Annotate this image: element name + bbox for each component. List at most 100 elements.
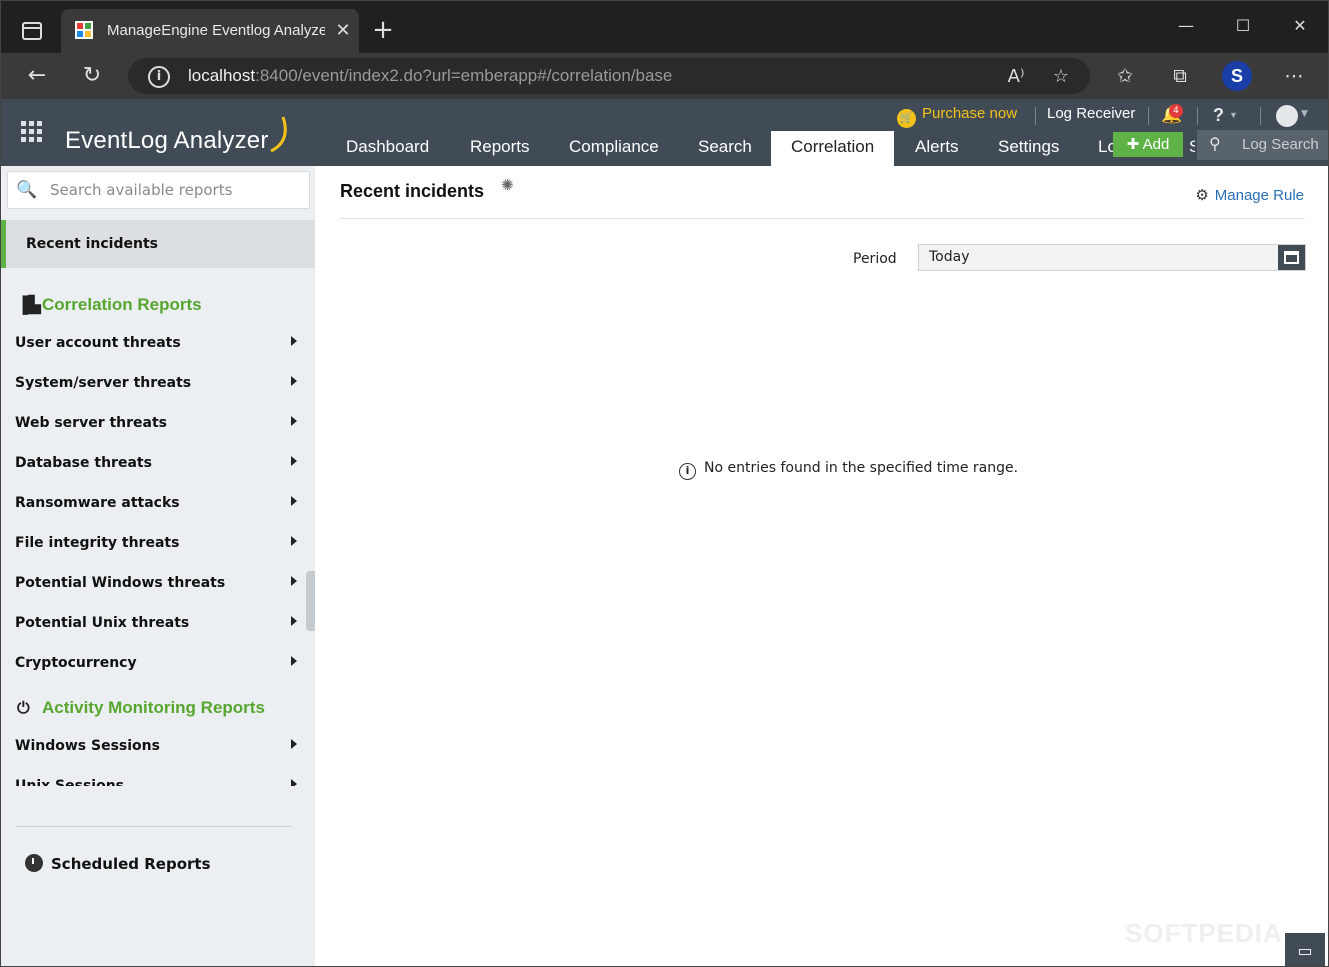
power-icon: ⏻	[17, 700, 30, 717]
brand-logo[interactable]: EventLog Analyzer	[65, 127, 269, 155]
new-tab-icon[interactable]: +	[371, 17, 395, 43]
browser-tab[interactable]: ManageEngine Eventlog Analyzer ✕	[61, 9, 359, 53]
caret-right-icon	[291, 536, 297, 546]
purchase-now-link[interactable]: 🛒 Purchase now	[897, 105, 1017, 128]
sidebar-item-potential-unix-threats[interactable]: Potential Unix threats	[15, 615, 301, 637]
info-icon: i	[679, 463, 696, 480]
calendar-icon[interactable]	[1278, 245, 1305, 270]
search-icon: 🔍	[16, 180, 38, 200]
sidebar: 🔍 Recent incidents ▐▙Correlation Reports…	[1, 166, 315, 966]
tab-correlation[interactable]: Correlation	[771, 131, 895, 166]
sidebar-item-system-server-threats[interactable]: System/server threats	[15, 375, 301, 397]
watermark: SOFTPEDIA	[1125, 918, 1283, 948]
title-divider	[340, 218, 1305, 219]
caret-right-icon	[291, 779, 297, 786]
caret-right-icon	[291, 739, 297, 749]
empty-state-message: i No entries found in the specified time …	[679, 460, 1018, 480]
browser-window: ManageEngine Eventlog Analyzer ✕ + — ☐ ✕…	[0, 0, 1329, 967]
sidebar-item-recent-incidents[interactable]: Recent incidents	[1, 220, 315, 268]
cart-icon: 🛒	[897, 109, 916, 128]
collections-icon[interactable]: ⧉	[1167, 63, 1193, 89]
sidebar-item-ransomware-attacks[interactable]: Ransomware attacks	[15, 495, 301, 517]
add-button[interactable]: ✚ Add	[1113, 132, 1183, 157]
tab-compliance[interactable]: Compliance	[549, 131, 679, 166]
tab-settings[interactable]: Settings	[978, 131, 1079, 166]
bar-chart-icon: ▐▙	[17, 297, 41, 314]
gear-icon: ⚙	[1195, 187, 1209, 204]
divider	[1260, 107, 1261, 125]
tab-strip: ManageEngine Eventlog Analyzer ✕ + — ☐ ✕	[1, 1, 1328, 53]
brand-swoosh-icon	[270, 116, 287, 153]
sidebar-item-cryptocurrency[interactable]: Cryptocurrency	[15, 655, 301, 677]
chat-icon[interactable]: ▭	[1285, 933, 1325, 966]
activity-monitoring-heading: ⏻ Activity Monitoring Reports	[17, 698, 265, 717]
profile-avatar[interactable]: S	[1222, 61, 1252, 91]
tab-search[interactable]: Search	[678, 131, 772, 166]
divider	[1035, 107, 1036, 125]
app-header: EventLog Analyzer 🛒 Purchase now Log Rece…	[1, 99, 1328, 166]
caret-right-icon	[291, 616, 297, 626]
address-bar[interactable]: i localhost:8400/event/index2.do?url=emb…	[128, 58, 1090, 94]
tab-close-icon[interactable]: ✕	[333, 21, 353, 41]
report-search-box[interactable]: 🔍	[7, 171, 310, 209]
search-icon: ⚲	[1209, 136, 1221, 153]
add-favorite-icon[interactable]: ☆	[1049, 65, 1073, 89]
sidebar-item-user-account-threats[interactable]: User account threats	[15, 335, 301, 357]
chevron-down-icon[interactable]: ▼	[1301, 109, 1308, 119]
lightbulb-icon[interactable]: ✺	[501, 176, 514, 194]
tab-title: ManageEngine Eventlog Analyzer	[107, 22, 325, 39]
log-search-input[interactable]: ⚲ Log Search	[1197, 130, 1328, 160]
main-content: Recent incidents ✺ ⚙ Manage Rule Period T…	[315, 166, 1328, 966]
caret-right-icon	[291, 496, 297, 506]
browser-toolbar: ← ↻ i localhost:8400/event/index2.do?url…	[1, 53, 1328, 99]
notification-badge: 4	[1169, 104, 1183, 118]
caret-right-icon	[291, 656, 297, 666]
log-receiver-link[interactable]: Log Receiver	[1047, 105, 1135, 127]
sidebar-item-scheduled-reports[interactable]: Scheduled Reports	[25, 854, 211, 873]
more-menu-icon[interactable]: ⋯	[1281, 63, 1307, 89]
period-value: Today	[929, 249, 970, 265]
sidebar-item-web-server-threats[interactable]: Web server threats	[15, 415, 301, 437]
period-label: Period	[853, 251, 897, 267]
page-title: Recent incidents	[340, 181, 485, 201]
report-search-input[interactable]	[50, 180, 300, 200]
minimize-icon[interactable]: —	[1164, 11, 1208, 41]
caret-right-icon	[291, 416, 297, 426]
notification-bell-icon[interactable]: 🔔4	[1161, 104, 1183, 127]
caret-right-icon	[291, 376, 297, 386]
sidebar-item-windows-sessions[interactable]: Windows Sessions	[15, 738, 301, 760]
tab-alerts[interactable]: Alerts	[895, 131, 978, 166]
url-text[interactable]: localhost:8400/event/index2.do?url=ember…	[188, 66, 672, 86]
favicon-icon	[75, 21, 93, 39]
sidebar-item-database-threats[interactable]: Database threats	[15, 455, 301, 477]
manage-rule-link[interactable]: ⚙ Manage Rule	[1195, 186, 1304, 204]
correlation-reports-heading: ▐▙Correlation Reports	[17, 295, 202, 314]
sidebar-divider	[15, 826, 292, 827]
read-aloud-icon[interactable]: A⁾	[1004, 65, 1028, 89]
period-date-picker[interactable]: Today	[918, 244, 1306, 271]
maximize-icon[interactable]: ☐	[1221, 11, 1265, 41]
help-menu[interactable]: ? ▼	[1213, 105, 1238, 126]
site-info-icon[interactable]: i	[148, 66, 170, 88]
caret-right-icon	[291, 456, 297, 466]
tab-dashboard[interactable]: Dashboard	[326, 131, 449, 166]
user-avatar-icon[interactable]	[1276, 105, 1298, 127]
plus-icon: ✚	[1126, 136, 1143, 153]
window-close-icon[interactable]: ✕	[1278, 11, 1322, 41]
tab-reports[interactable]: Reports	[450, 131, 550, 166]
caret-right-icon	[291, 576, 297, 586]
app-grid-icon[interactable]	[21, 121, 43, 143]
tab-actions-icon[interactable]	[15, 17, 49, 45]
refresh-icon[interactable]: ↻	[77, 61, 107, 91]
tab-log-receiver-truncated[interactable]: Lo	[1078, 131, 1118, 166]
alarm-clock-icon	[25, 854, 43, 872]
sidebar-item-file-integrity-threats[interactable]: File integrity threats	[15, 535, 301, 557]
sidebar-item-potential-windows-threats[interactable]: Potential Windows threats	[15, 575, 301, 597]
chevron-down-icon: ▼	[1229, 110, 1238, 120]
divider	[1148, 107, 1149, 125]
back-icon[interactable]: ←	[22, 61, 52, 91]
favorites-icon[interactable]: ✩	[1112, 63, 1138, 89]
sidebar-collapse-handle[interactable]	[306, 571, 315, 631]
sidebar-item-unix-sessions[interactable]: Unix Sessions	[15, 778, 301, 786]
caret-right-icon	[291, 336, 297, 346]
